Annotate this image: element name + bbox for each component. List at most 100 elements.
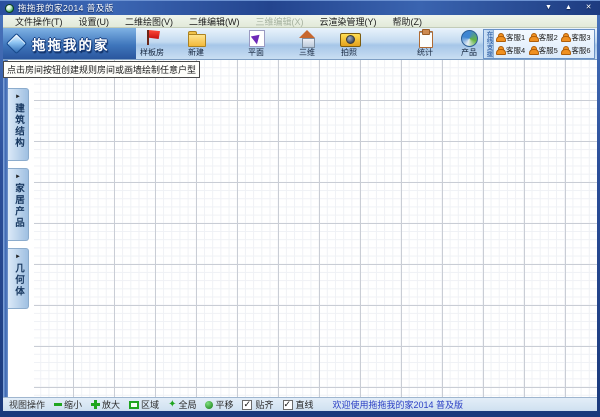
toolbar: 拖拖我的家 样板房 新建 平面 三维 拍照 统计 产品 在线支援 客服1 客服2…	[3, 28, 597, 60]
house-icon	[298, 29, 317, 48]
snap-label: 贴齐	[255, 400, 274, 410]
check-icon: ✓	[243, 398, 252, 409]
arrow-right-icon: ►	[15, 254, 21, 260]
sidebar: ► 建筑结构 ► 家居产品 ► 几何体	[8, 60, 34, 397]
minimize-button[interactable]: ▼	[542, 3, 555, 13]
menu-help[interactable]: 帮助(Z)	[385, 15, 431, 28]
logo-text: 拖拖我的家	[32, 37, 110, 53]
window-body: 文件操作(T) 设置(U) 二维绘图(V) 二维编辑(W) 三维编辑(X) 云渲…	[3, 15, 597, 411]
statistics-label: 统计	[417, 48, 433, 57]
sample-room-button[interactable]: 样板房	[133, 29, 171, 59]
online-support-title: 在线支援	[484, 30, 494, 58]
titlebar: 拖拖我的家2014 普及版 ▼ ▲ ✕	[0, 0, 600, 15]
straight-line-toggle[interactable]: ✓ 直线	[282, 398, 314, 411]
snapshot-label: 拍照	[341, 48, 357, 57]
3d-view-label: 三维	[299, 48, 315, 57]
new-label: 新建	[188, 48, 204, 57]
region-zoom-label: 区域	[141, 400, 160, 410]
region-zoom-button[interactable]: 区域	[129, 398, 159, 411]
fit-all-icon: ✦	[168, 398, 177, 410]
camera-icon	[339, 29, 361, 47]
statistics-button[interactable]: 统计	[406, 29, 444, 59]
person-icon	[528, 46, 539, 55]
arrow-right-icon: ►	[15, 94, 21, 100]
window-controls: ▼ ▲ ✕	[542, 3, 595, 13]
region-zoom-icon	[129, 400, 140, 409]
agent-3-label: 客服3	[571, 33, 591, 42]
snapshot-button[interactable]: 拍照	[330, 29, 368, 59]
menu-file[interactable]: 文件操作(T)	[7, 15, 71, 28]
menu-bar: 文件操作(T) 设置(U) 二维绘图(V) 二维编辑(W) 三维编辑(X) 云渲…	[3, 15, 597, 28]
person-icon	[496, 33, 506, 42]
person-icon	[528, 33, 539, 42]
pan-button[interactable]: 平移	[205, 398, 233, 411]
plan-view-button[interactable]: 平面	[237, 29, 275, 59]
sample-room-label: 样板房	[140, 48, 164, 57]
person-icon	[496, 46, 506, 55]
straight-line-label: 直线	[295, 400, 314, 410]
sidebar-tab-home-products[interactable]: ► 家居产品	[8, 168, 29, 241]
tab-label-home-products: 家居产品	[13, 183, 24, 229]
arrow-right-icon: ►	[15, 174, 21, 180]
agent-5-button[interactable]: 客服5	[528, 44, 562, 57]
folder-icon	[187, 29, 206, 47]
view-ops-label: 视图操作	[9, 400, 46, 410]
zoom-in-button[interactable]: 放大	[91, 398, 120, 411]
agent-2-label: 客服2	[538, 33, 558, 42]
menu-settings[interactable]: 设置(U)	[71, 15, 118, 28]
menu-cloud-render[interactable]: 云渲染管理(Y)	[312, 15, 385, 28]
flag-icon	[144, 29, 160, 46]
app-window: 拖拖我的家2014 普及版 ▼ ▲ ✕ 文件操作(T) 设置(U) 二维绘图(V…	[0, 0, 600, 417]
maximize-button[interactable]: ▲	[562, 3, 575, 13]
app-logo: 拖拖我的家	[3, 28, 136, 59]
tab-label-geometry: 几何体	[13, 263, 24, 298]
check-icon: ✓	[283, 398, 292, 409]
3d-view-button[interactable]: 三维	[288, 29, 326, 59]
product-label: 产品	[461, 48, 477, 57]
person-icon	[561, 33, 572, 42]
fit-all-button[interactable]: ✦ 全局	[168, 398, 196, 411]
menu-2d-draw[interactable]: 二维绘图(V)	[117, 15, 181, 28]
logo-diamond-icon	[5, 32, 28, 55]
window-title: 拖拖我的家2014 普及版	[18, 3, 114, 13]
plan-cursor-icon	[248, 29, 265, 47]
tab-label-building-structure: 建筑结构	[13, 103, 24, 149]
online-support-panel: 在线支援 客服1 客服2 客服3 客服4 客服5 客服6	[483, 29, 595, 59]
sidebar-tab-geometry[interactable]: ► 几何体	[8, 248, 29, 309]
agent-4-button[interactable]: 客服4	[496, 44, 529, 57]
sidebar-tab-building-structure[interactable]: ► 建筑结构	[8, 88, 29, 161]
app-icon	[5, 3, 14, 13]
agent-2-button[interactable]: 客服2	[528, 31, 562, 44]
agent-1-button[interactable]: 客服1	[496, 31, 529, 44]
agent-6-button[interactable]: 客服6	[561, 44, 594, 57]
agent-list: 客服1 客服2 客服3 客服4 客服5 客服6	[494, 30, 594, 58]
agent-1-label: 客服1	[506, 33, 526, 42]
workspace: ► 建筑结构 ► 家居产品 ► 几何体 点击房间按钮创建规则房间或画墙绘制任意户…	[3, 60, 597, 397]
plan-view-label: 平面	[248, 48, 264, 57]
new-button[interactable]: 新建	[177, 29, 215, 59]
agent-4-label: 客服4	[506, 46, 526, 55]
zoom-in-icon	[91, 400, 101, 409]
clipboard-icon	[418, 29, 433, 48]
menu-3d-edit: 三维编辑(X)	[255, 16, 304, 27]
person-icon	[561, 46, 572, 55]
pan-icon	[205, 400, 214, 409]
agent-5-label: 客服5	[538, 46, 558, 55]
hint-tooltip: 点击房间按钮创建规则房间或画墙绘制任意户型	[3, 61, 201, 78]
fit-all-label: 全局	[178, 400, 197, 410]
agent-6-label: 客服6	[571, 46, 591, 55]
welcome-message: 欢迎使用拖拖我的家2014 普及版	[332, 400, 464, 410]
status-bar: 视图操作 缩小 放大 区域 ✦ 全局 平移 ✓ 贴齐 ✓ 直线 欢迎使用拖拖我的…	[3, 397, 597, 411]
snap-toggle[interactable]: ✓ 贴齐	[242, 398, 274, 411]
snap-checkbox[interactable]: ✓	[242, 398, 253, 410]
agent-3-button[interactable]: 客服3	[561, 31, 594, 44]
zoom-out-icon	[54, 403, 63, 406]
zoom-in-label: 放大	[102, 400, 121, 410]
pan-label: 平移	[215, 400, 234, 410]
drawing-canvas[interactable]	[34, 60, 597, 397]
close-button[interactable]: ✕	[582, 3, 595, 13]
straight-line-checkbox[interactable]: ✓	[282, 398, 293, 410]
menu-2d-edit[interactable]: 二维编辑(W)	[181, 15, 248, 28]
product-globe-icon	[461, 29, 478, 47]
zoom-out-button[interactable]: 缩小	[54, 398, 82, 411]
